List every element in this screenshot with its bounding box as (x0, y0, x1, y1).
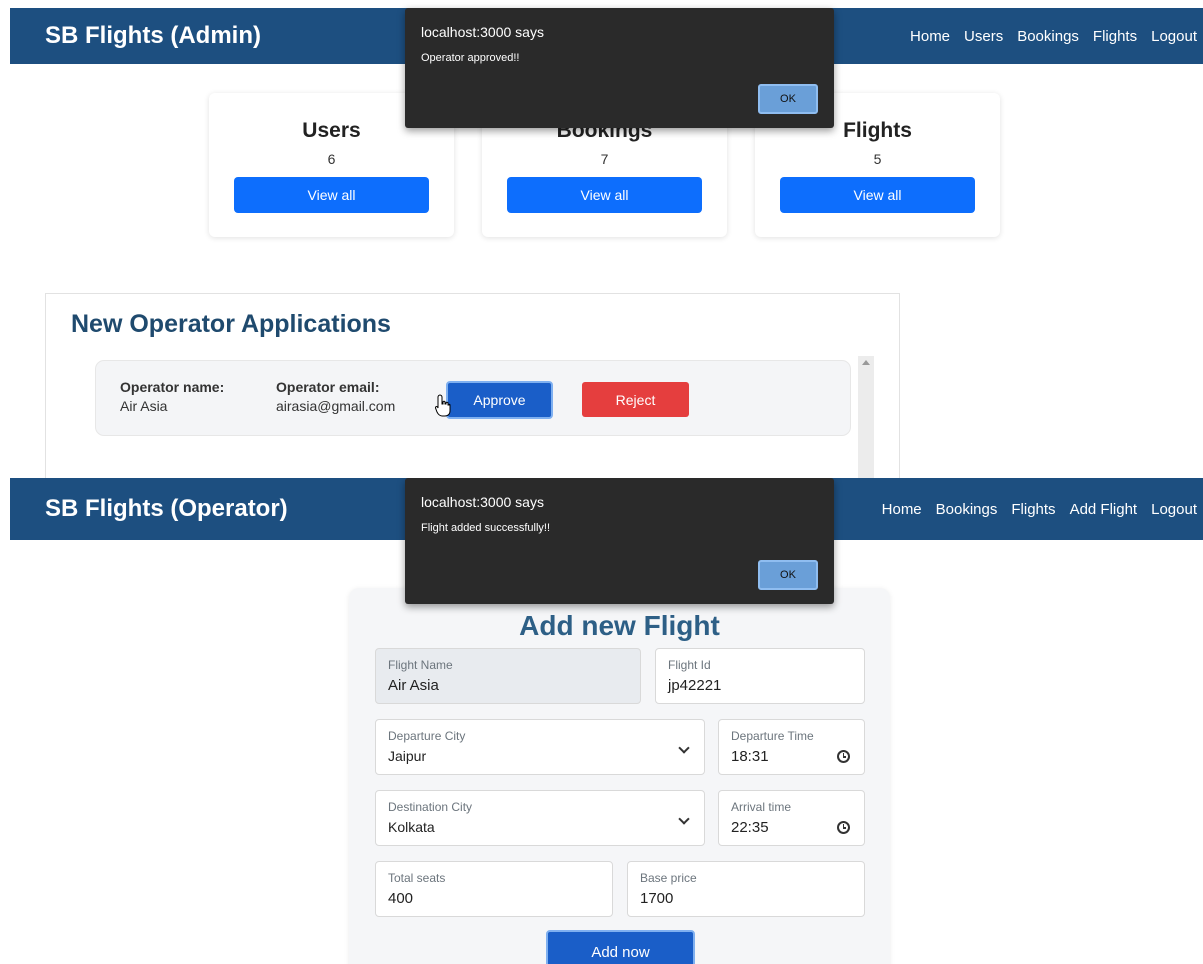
alert-title: localhost:3000 says (421, 24, 544, 40)
operator-name-label: Operator name: (120, 379, 225, 395)
nav-flights[interactable]: Flights (1011, 501, 1055, 518)
alert-dialog: localhost:3000 says Operator approved!! … (405, 8, 834, 128)
clock-icon[interactable] (837, 821, 850, 834)
field-value: Kolkata (388, 819, 435, 835)
departure-city-select[interactable]: Departure City Jaipur (375, 719, 705, 775)
nav-links: Home Bookings Flights Add Flight Logout (882, 501, 1197, 518)
alert-ok-button[interactable]: OK (758, 560, 818, 590)
nav-links: Home Users Bookings Flights Logout (910, 28, 1197, 45)
flight-id-field[interactable]: Flight Id jp42221 (655, 648, 865, 704)
stat-count: 7 (600, 151, 609, 167)
reject-button[interactable]: Reject (582, 382, 689, 417)
alert-message: Flight added successfully!! (421, 522, 551, 534)
field-label: Departure City (388, 729, 466, 743)
arrival-time-field[interactable]: Arrival time 22:35 (718, 790, 865, 846)
form-title: Add new Flight (519, 610, 720, 641)
destination-city-select[interactable]: Destination City Kolkata (375, 790, 705, 846)
nav-add-flight[interactable]: Add Flight (1070, 501, 1138, 518)
operator-screen: SB Flights (Operator) Home Bookings Flig… (0, 478, 1203, 964)
total-seats-field[interactable]: Total seats 400 (375, 861, 613, 917)
base-price-field[interactable]: Base price 1700 (627, 861, 865, 917)
field-value: jp42221 (668, 677, 722, 694)
application-row: Operator name: Air Asia Operator email: … (95, 360, 851, 436)
scroll-up-arrow-icon[interactable] (862, 360, 870, 365)
operator-applications-section: New Operator Applications Operator name:… (45, 293, 900, 478)
chevron-down-icon (678, 742, 690, 754)
admin-screen: SB Flights (Admin) Home Users Bookings F… (0, 0, 1203, 478)
field-label: Flight Name (388, 658, 453, 672)
nav-logout[interactable]: Logout (1151, 28, 1197, 45)
scrollbar[interactable] (858, 356, 874, 478)
view-all-users-button[interactable]: View all (234, 177, 429, 213)
field-value: 400 (388, 890, 414, 907)
chevron-down-icon (678, 813, 690, 825)
operator-name-block: Operator name: Air Asia (120, 379, 224, 414)
field-value: Air Asia (388, 677, 439, 694)
add-flight-form: Add new Flight Flight Name Air Asia Flig… (349, 588, 890, 964)
field-value: 18:31 (731, 748, 769, 765)
stat-count: 6 (327, 151, 336, 167)
view-all-bookings-button[interactable]: View all (507, 177, 702, 213)
nav-bookings[interactable]: Bookings (1017, 28, 1079, 45)
flight-name-field[interactable]: Flight Name Air Asia (375, 648, 641, 704)
field-value: Jaipur (388, 748, 427, 764)
section-title: New Operator Applications (71, 310, 391, 338)
alert-dialog: localhost:3000 says Flight added success… (405, 478, 834, 604)
alert-message: Operator approved!! (421, 52, 520, 64)
brand-title[interactable]: SB Flights (Operator) (45, 495, 288, 523)
nav-home[interactable]: Home (882, 501, 922, 518)
stat-count: 5 (873, 151, 882, 167)
add-now-button[interactable]: Add now (546, 930, 695, 964)
nav-home[interactable]: Home (910, 28, 950, 45)
hand-cursor-icon (435, 394, 451, 417)
clock-icon[interactable] (837, 750, 850, 763)
operator-name-value: Air Asia (120, 398, 168, 414)
field-label: Flight Id (668, 658, 711, 672)
field-label: Destination City (388, 800, 473, 814)
field-label: Arrival time (731, 800, 792, 814)
nav-logout[interactable]: Logout (1151, 501, 1197, 518)
alert-title: localhost:3000 says (421, 494, 544, 510)
field-label: Total seats (388, 871, 446, 885)
brand-title[interactable]: SB Flights (Admin) (45, 22, 261, 50)
nav-users[interactable]: Users (964, 28, 1003, 45)
field-label: Base price (640, 871, 697, 885)
approve-button[interactable]: Approve (446, 381, 553, 419)
nav-bookings[interactable]: Bookings (936, 501, 998, 518)
operator-email-block: Operator email: airasia@gmail.com (276, 379, 395, 414)
view-all-flights-button[interactable]: View all (780, 177, 975, 213)
field-value: 1700 (640, 890, 674, 907)
alert-ok-button[interactable]: OK (758, 84, 818, 114)
nav-flights[interactable]: Flights (1093, 28, 1137, 45)
field-label: Departure Time (731, 729, 814, 743)
departure-time-field[interactable]: Departure Time 18:31 (718, 719, 865, 775)
field-value: 22:35 (731, 819, 769, 836)
operator-email-label: Operator email: (276, 379, 380, 395)
operator-email-value: airasia@gmail.com (276, 398, 396, 414)
